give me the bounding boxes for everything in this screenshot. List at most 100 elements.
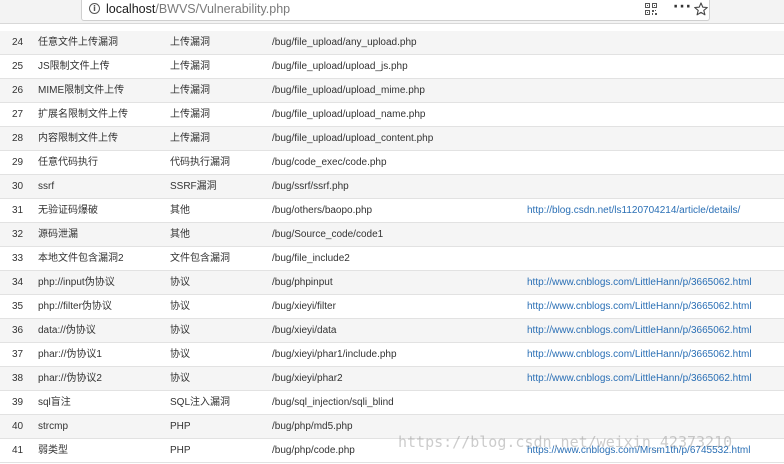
row-id: 26 bbox=[12, 85, 24, 96]
row-id: 37 bbox=[12, 349, 24, 360]
row-reference-link[interactable]: http://www.cnblogs.com/LittleHann/p/3665… bbox=[527, 277, 752, 289]
row-path: /bug/file_upload/upload_js.php bbox=[272, 61, 408, 72]
row-type: 上传漏洞 bbox=[170, 61, 210, 72]
row-name: 弱类型 bbox=[38, 445, 68, 456]
row-name: 任意文件上传漏洞 bbox=[38, 37, 118, 48]
table-row: 25 JS限制文件上传 上传漏洞/bug/file_upload/upload_js… bbox=[0, 55, 784, 79]
row-id: 30 bbox=[12, 181, 24, 192]
row-path: /bug/php/md5.php bbox=[272, 421, 353, 432]
row-reference-link[interactable]: http://www.cnblogs.com/LittleHann/p/3665… bbox=[527, 325, 752, 337]
address-bar[interactable]: i localhost/BWVS/Vulnerability.php ··· bbox=[81, 0, 710, 21]
row-path: /bug/file_upload/upload_name.php bbox=[272, 109, 426, 120]
info-icon[interactable]: i bbox=[89, 3, 100, 14]
row-type: 协议 bbox=[170, 301, 190, 312]
row-path: /bug/xieyi/phar2 bbox=[272, 373, 343, 384]
row-reference-link[interactable]: http://www.cnblogs.com/LittleHann/p/3665… bbox=[527, 373, 752, 385]
row-type: PHP bbox=[170, 445, 191, 456]
row-id: 41 bbox=[12, 445, 24, 456]
row-name: 扩展名限制文件上传 bbox=[38, 109, 128, 120]
row-name: ssrf bbox=[38, 181, 55, 192]
row-id: 28 bbox=[12, 133, 24, 144]
table-row: 39 sql盲注 SQL注入漏洞/bug/sql_injection/sqli_bl… bbox=[0, 391, 784, 415]
row-name: 内容限制文件上传 bbox=[38, 133, 118, 144]
row-name: strcmp bbox=[38, 421, 68, 432]
table-row: 33 本地文件包含漏洞2 文件包含漏洞/bug/file_include2 bbox=[0, 247, 784, 271]
row-name: 任意代码执行 bbox=[38, 157, 98, 168]
qr-code-icon[interactable] bbox=[645, 3, 657, 15]
table-row: 34 php://input伪协议 协议/bug/phpinput http://ww… bbox=[0, 271, 784, 295]
row-path: /bug/php/code.php bbox=[272, 445, 355, 456]
vulnerability-table: 24 任意文件上传漏洞 上传漏洞/bug/file_upload/any_uploa… bbox=[0, 31, 784, 463]
row-id: 29 bbox=[12, 157, 24, 168]
row-id: 24 bbox=[12, 37, 24, 48]
table-row: 40 strcmp PHP/bug/php/md5.php bbox=[0, 415, 784, 439]
row-name: php://input伪协议 bbox=[38, 277, 115, 288]
row-reference-link[interactable]: http://blog.csdn.net/ls1120704214/articl… bbox=[527, 205, 740, 217]
table-row: 28 内容限制文件上传 上传漏洞/bug/file_upload/upload_co… bbox=[0, 127, 784, 151]
row-id: 38 bbox=[12, 373, 24, 384]
row-type: 上传漏洞 bbox=[170, 85, 210, 96]
table-row: 38 phar://伪协议2 协议/bug/xieyi/phar2 http://ww… bbox=[0, 367, 784, 391]
row-type: 协议 bbox=[170, 349, 190, 360]
row-name: JS限制文件上传 bbox=[38, 61, 110, 72]
table-row: 41 弱类型 PHP/bug/php/code.php https://www.cnb… bbox=[0, 439, 784, 463]
table-row: 37 phar://伪协议1 协议/bug/xieyi/phar1/include.… bbox=[0, 343, 784, 367]
row-path: /bug/xieyi/data bbox=[272, 325, 337, 336]
table-row: 35 php://filter伪协议 协议/bug/xieyi/filter http… bbox=[0, 295, 784, 319]
bookmark-star-icon[interactable] bbox=[694, 2, 708, 16]
row-path: /bug/Source_code/code1 bbox=[272, 229, 384, 240]
table-row: 36 data://伪协议 协议/bug/xieyi/data http://www.… bbox=[0, 319, 784, 343]
row-type: 协议 bbox=[170, 277, 190, 288]
row-path: /bug/file_upload/upload_mime.php bbox=[272, 85, 425, 96]
row-name: 源码泄漏 bbox=[38, 229, 78, 240]
row-id: 40 bbox=[12, 421, 24, 432]
row-id: 33 bbox=[12, 253, 24, 264]
row-type: 上传漏洞 bbox=[170, 109, 210, 120]
row-name: data://伪协议 bbox=[38, 325, 96, 336]
row-type: 上传漏洞 bbox=[170, 37, 210, 48]
row-type: 协议 bbox=[170, 373, 190, 384]
row-id: 32 bbox=[12, 229, 24, 240]
row-path: /bug/xieyi/filter bbox=[272, 301, 336, 312]
row-path: /bug/code_exec/code.php bbox=[272, 157, 387, 168]
row-type: 其他 bbox=[170, 229, 190, 240]
table-row: 32 源码泄漏 其他/bug/Source_code/code1 bbox=[0, 223, 784, 247]
row-id: 31 bbox=[12, 205, 24, 216]
row-id: 25 bbox=[12, 61, 24, 72]
row-type: PHP bbox=[170, 421, 191, 432]
row-path: /bug/file_upload/upload_content.php bbox=[272, 133, 434, 144]
browser-toolbar: i localhost/BWVS/Vulnerability.php ··· bbox=[0, 0, 784, 24]
row-name: 本地文件包含漏洞2 bbox=[38, 253, 124, 264]
row-id: 36 bbox=[12, 325, 24, 336]
url-path: /BWVS/Vulnerability.php bbox=[155, 2, 291, 16]
row-path: /bug/sql_injection/sqli_blind bbox=[272, 397, 394, 408]
row-type: SSRF漏洞 bbox=[170, 181, 217, 192]
row-path: /bug/phpinput bbox=[272, 277, 333, 288]
table-row: 31 无验证码爆破 其他/bug/others/baopo.php http://bl… bbox=[0, 199, 784, 223]
table-row: 24 任意文件上传漏洞 上传漏洞/bug/file_upload/any_uploa… bbox=[0, 31, 784, 55]
row-path: /bug/file_include2 bbox=[272, 253, 350, 264]
table-row: 27 扩展名限制文件上传 上传漏洞/bug/file_upload/upload_n… bbox=[0, 103, 784, 127]
table-row: 30 ssrf SSRF漏洞/bug/ssrf/ssrf.php bbox=[0, 175, 784, 199]
row-type: 其他 bbox=[170, 205, 190, 216]
row-name: php://filter伪协议 bbox=[38, 301, 112, 312]
row-reference-link[interactable]: https://www.cnblogs.com/Mrsm1th/p/674553… bbox=[527, 445, 750, 457]
url-host: localhost bbox=[106, 2, 156, 16]
row-type: 上传漏洞 bbox=[170, 133, 210, 144]
row-name: phar://伪协议1 bbox=[38, 349, 102, 360]
row-type: 文件包含漏洞 bbox=[170, 253, 230, 264]
row-id: 34 bbox=[12, 277, 24, 288]
row-path: /bug/others/baopo.php bbox=[272, 205, 373, 216]
more-actions-icon[interactable]: ··· bbox=[673, 0, 692, 15]
row-type: 协议 bbox=[170, 325, 190, 336]
url-text[interactable]: localhost/BWVS/Vulnerability.php bbox=[106, 2, 290, 16]
row-id: 35 bbox=[12, 301, 24, 312]
row-name: 无验证码爆破 bbox=[38, 205, 98, 216]
table-row: 29 任意代码执行 代码执行漏洞/bug/code_exec/code.php bbox=[0, 151, 784, 175]
row-reference-link[interactable]: http://www.cnblogs.com/LittleHann/p/3665… bbox=[527, 349, 752, 361]
row-id: 39 bbox=[12, 397, 24, 408]
row-reference-link[interactable]: http://www.cnblogs.com/LittleHann/p/3665… bbox=[527, 301, 752, 313]
row-name: phar://伪协议2 bbox=[38, 373, 102, 384]
table-row: 26 MIME限制文件上传 上传漏洞/bug/file_upload/upload_… bbox=[0, 79, 784, 103]
row-path: /bug/ssrf/ssrf.php bbox=[272, 181, 349, 192]
